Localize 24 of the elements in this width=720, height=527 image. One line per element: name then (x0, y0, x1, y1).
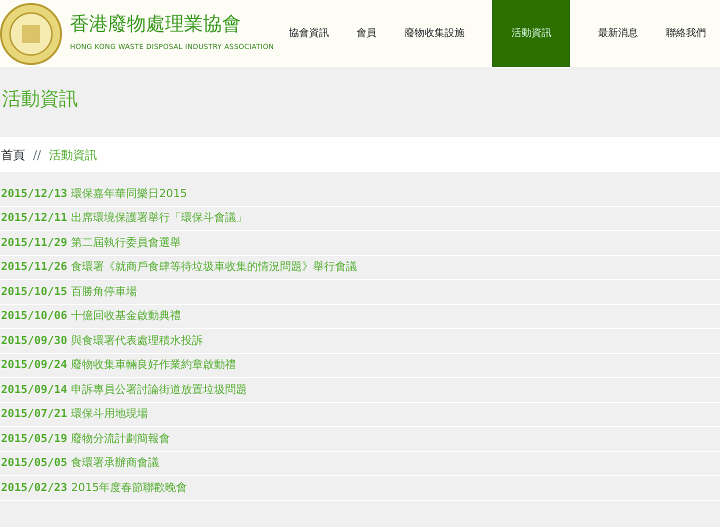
nav-tab[interactable]: 活動資訊 (492, 0, 570, 67)
event-link[interactable]: 2015/12/11 出席環境保護署舉行「環保斗會議」 (1, 210, 248, 226)
association-seal-logo-icon (0, 2, 62, 64)
event-link[interactable]: 2015/02/23 2015年度春節聯歡晚會 (1, 480, 188, 496)
event-link[interactable]: 2015/11/26 食環署《就商戶食肆等待垃圾車收集的情況問題》舉行會議 (1, 259, 358, 276)
breadcrumb-separator: // (33, 146, 42, 164)
event-link[interactable]: 2015/11/29 第二屆執行委員會選舉 (1, 234, 182, 251)
event-link[interactable]: 2015/10/15 百勝角停車場 (1, 284, 138, 300)
nav-tab[interactable]: 協會資訊 (288, 0, 329, 67)
event-link[interactable]: 2015/05/19 廢物分流計劃簡報會 (1, 430, 170, 447)
association-name: 香港廢物處理業協會 (70, 14, 242, 34)
event-link[interactable]: 2015/09/24 廢物收集車輛良好作業約章啟動禮 (1, 357, 236, 374)
event-link[interactable]: 2015/09/14 申訴專員公署討論街道放置垃圾問題 (1, 382, 248, 398)
breadcrumb-link[interactable]: 首頁 (1, 146, 25, 164)
nav-tab[interactable]: 最新消息 (598, 0, 638, 67)
event-link[interactable]: 2015/07/21 環保斗用地現場 (1, 406, 148, 422)
event-link[interactable]: 2015/05/05 食環署承辦商會議 (1, 455, 160, 472)
nav-tab[interactable]: 聯絡我們 (666, 0, 706, 67)
page-title: 活動資訊 (1, 87, 79, 112)
event-link[interactable]: 2015/10/06 十億回收基金啟動典禮 (1, 308, 182, 324)
nav-tab[interactable]: 會員 (356, 0, 377, 67)
nav-tab[interactable]: 廢物收集設施 (404, 0, 465, 67)
event-link[interactable]: 2015/09/30 與食環署代表處理積水投訴 (1, 332, 204, 349)
event-link[interactable]: 2015/12/13 環保嘉年華同樂日2015 (1, 186, 188, 202)
